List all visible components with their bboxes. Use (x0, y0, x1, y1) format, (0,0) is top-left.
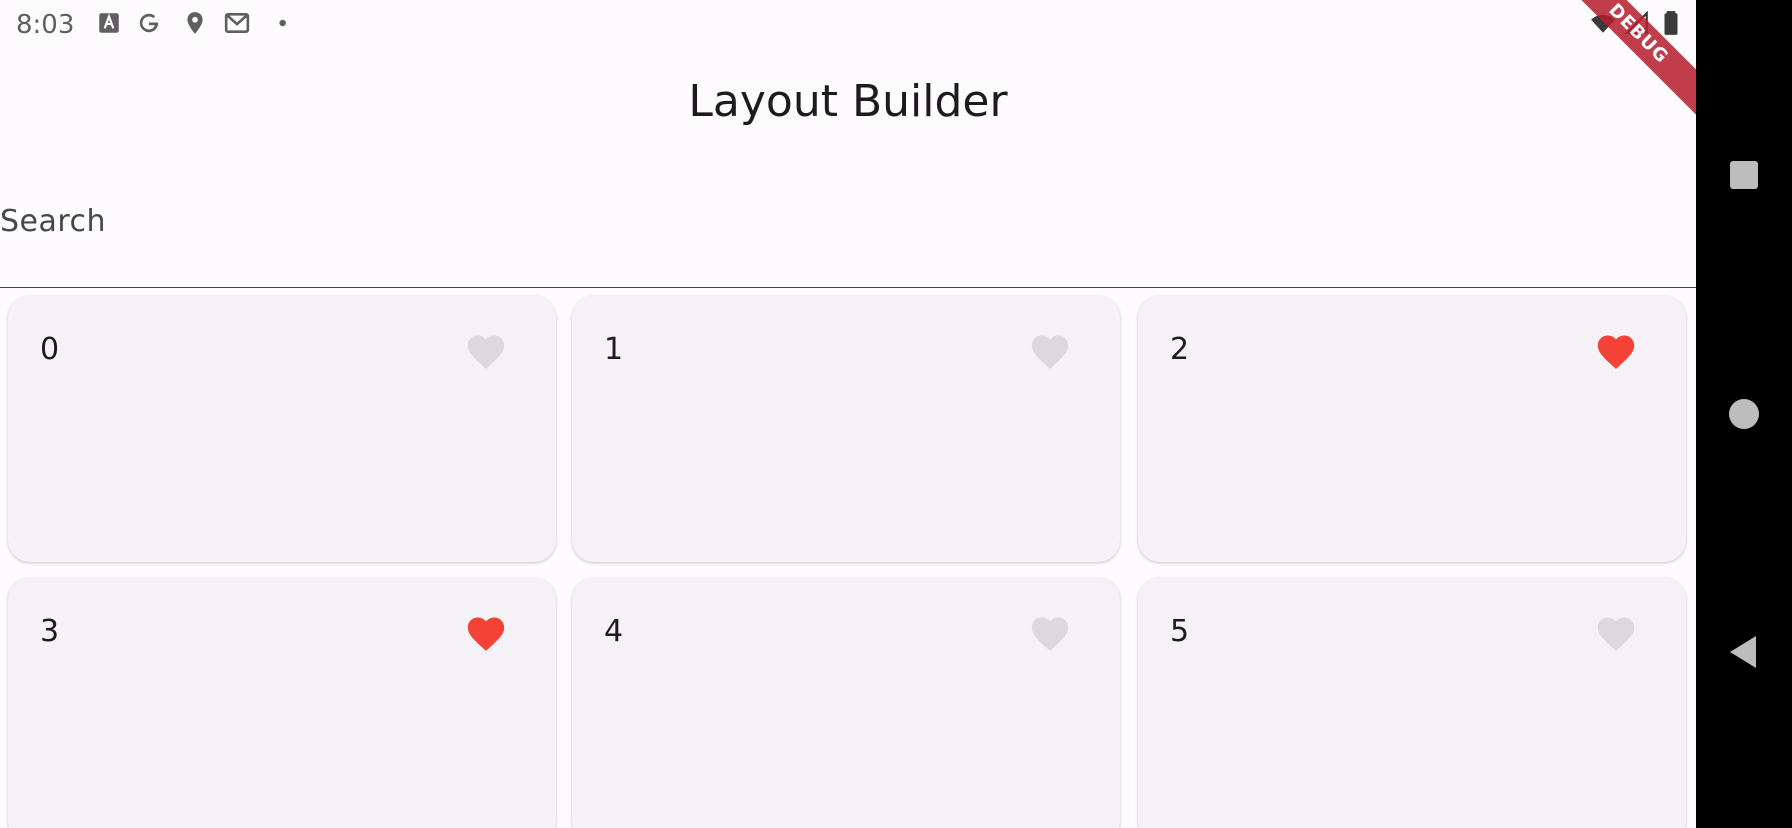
dot-icon (279, 19, 286, 27)
battery-icon (1664, 11, 1678, 35)
card-label: 0 (40, 332, 60, 367)
gmail-icon (224, 13, 250, 33)
card-label: 3 (40, 614, 60, 649)
heart-icon[interactable] (1028, 330, 1072, 370)
heart-icon[interactable] (464, 330, 508, 370)
google-g-icon (139, 13, 159, 33)
text-a-icon (99, 13, 119, 33)
back-triangle-icon[interactable] (1724, 632, 1764, 672)
grid-card[interactable]: 1 (572, 296, 1120, 562)
app-screen: 8:03 DEBUG Layout Builder Search 0 1 2 3… (0, 0, 1696, 828)
page-title: Layout Builder (688, 76, 1008, 127)
card-label: 4 (604, 614, 624, 649)
heart-icon[interactable] (1594, 612, 1638, 652)
search-label: Search (0, 204, 107, 239)
system-nav-bar (1696, 0, 1792, 828)
heart-icon[interactable] (464, 612, 508, 652)
card-label: 5 (1170, 614, 1190, 649)
grid-card[interactable]: 3 (8, 578, 556, 828)
search-input[interactable]: Search (0, 158, 1696, 288)
app-bar: Layout Builder (0, 48, 1696, 158)
card-label: 1 (604, 332, 624, 367)
grid-card[interactable]: 5 (1138, 578, 1686, 828)
location-pin-icon (187, 12, 203, 34)
grid-card[interactable]: 2 (1138, 296, 1686, 562)
grid-card[interactable]: 0 (8, 296, 556, 562)
home-circle-icon[interactable] (1724, 394, 1764, 434)
heart-icon[interactable] (1594, 330, 1638, 370)
recents-square-icon[interactable] (1724, 155, 1764, 195)
status-time: 8:03 (16, 10, 75, 40)
heart-icon[interactable] (1028, 612, 1072, 652)
grid-card[interactable]: 4 (572, 578, 1120, 828)
status-bar: 8:03 DEBUG (0, 0, 1696, 117)
card-label: 2 (1170, 332, 1190, 367)
